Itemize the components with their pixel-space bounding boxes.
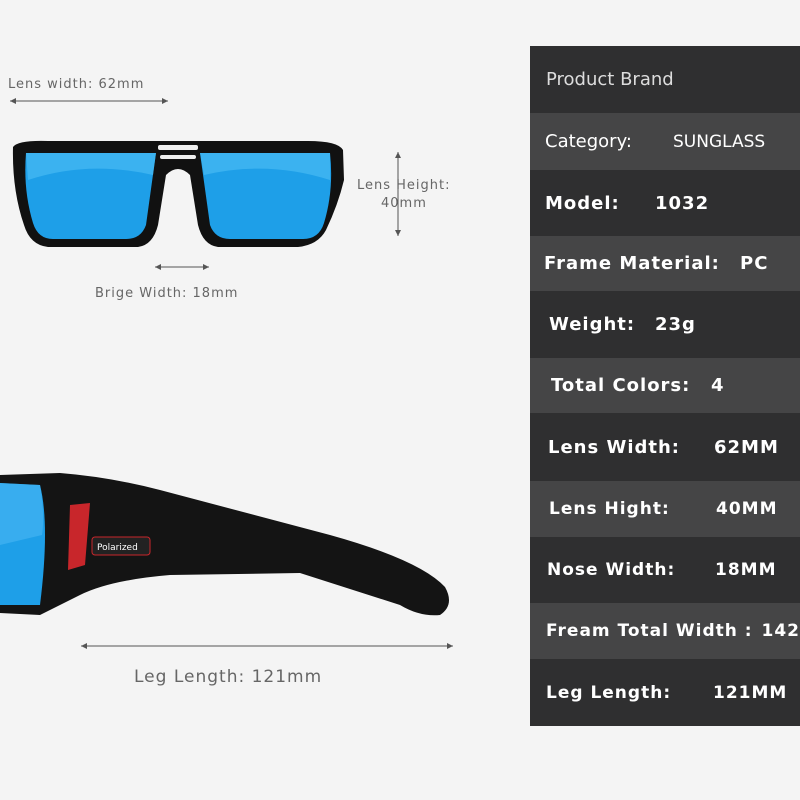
spec-value: 1032 bbox=[655, 192, 710, 214]
spec-key: Category: bbox=[545, 131, 632, 152]
spec-title: Product Brand bbox=[546, 69, 674, 90]
spec-row-model: Model: 1032 bbox=[530, 170, 800, 236]
spec-row-lens-height: Lens Hight: 40MM bbox=[530, 481, 800, 537]
bridge-width-arrow bbox=[155, 264, 209, 270]
spec-key: Weight: bbox=[549, 314, 636, 335]
spec-key: Lens Hight: bbox=[549, 499, 670, 519]
lens-height-value: 40mm bbox=[381, 196, 427, 211]
lens-width-label: Lens width: 62mm bbox=[8, 77, 145, 92]
spec-key: Lens Width: bbox=[548, 436, 680, 458]
spec-panel: Product Brand Category: SUNGLASS Model: 10… bbox=[530, 46, 800, 726]
spec-value: 62MM bbox=[714, 436, 779, 458]
sunglasses-side-image: Polarized bbox=[0, 473, 449, 616]
spec-row-lens-width: Lens Width: 62MM bbox=[530, 413, 800, 481]
spec-key: Frame Material: bbox=[544, 253, 720, 274]
spec-value: PC bbox=[740, 253, 769, 274]
spec-value: 142 bbox=[761, 621, 800, 641]
spec-value: 40MM bbox=[716, 499, 778, 519]
spec-key: Fream Total Width : bbox=[546, 621, 753, 641]
spec-row-weight: Weight: 23g bbox=[530, 291, 800, 358]
spec-value: 4 bbox=[711, 375, 725, 396]
polarized-badge: Polarized bbox=[97, 543, 138, 553]
spec-row-leg-length: Leg Length: 121MM bbox=[530, 659, 800, 726]
spec-key: Leg Length: bbox=[546, 682, 672, 703]
sunglasses-front-image bbox=[12, 140, 345, 247]
lens-width-arrow bbox=[10, 98, 168, 104]
spec-row-total-colors: Total Colors: 4 bbox=[530, 358, 800, 413]
spec-row-frame-material: Frame Material: PC bbox=[530, 236, 800, 291]
leg-length-arrow bbox=[81, 643, 453, 649]
spec-value: 18MM bbox=[715, 560, 777, 580]
spec-row-nose-width: Nose Width: 18MM bbox=[530, 537, 800, 603]
spec-value: 121MM bbox=[713, 682, 788, 703]
spec-key: Model: bbox=[545, 192, 620, 214]
spec-key: Total Colors: bbox=[551, 375, 691, 396]
spec-value: 23g bbox=[655, 314, 696, 335]
bridge-width-label: Brige Width: 18mm bbox=[95, 286, 239, 301]
spec-row-category: Category: SUNGLASS bbox=[530, 113, 800, 170]
leg-length-label: Leg Length: 121mm bbox=[134, 667, 323, 687]
lens-height-label: Lens Height: bbox=[357, 178, 451, 193]
spec-row-frame-total-width: Fream Total Width : 142 bbox=[530, 603, 800, 659]
spec-value: SUNGLASS bbox=[673, 131, 766, 152]
lens-height-arrow bbox=[395, 152, 401, 236]
spec-key: Nose Width: bbox=[547, 560, 676, 580]
